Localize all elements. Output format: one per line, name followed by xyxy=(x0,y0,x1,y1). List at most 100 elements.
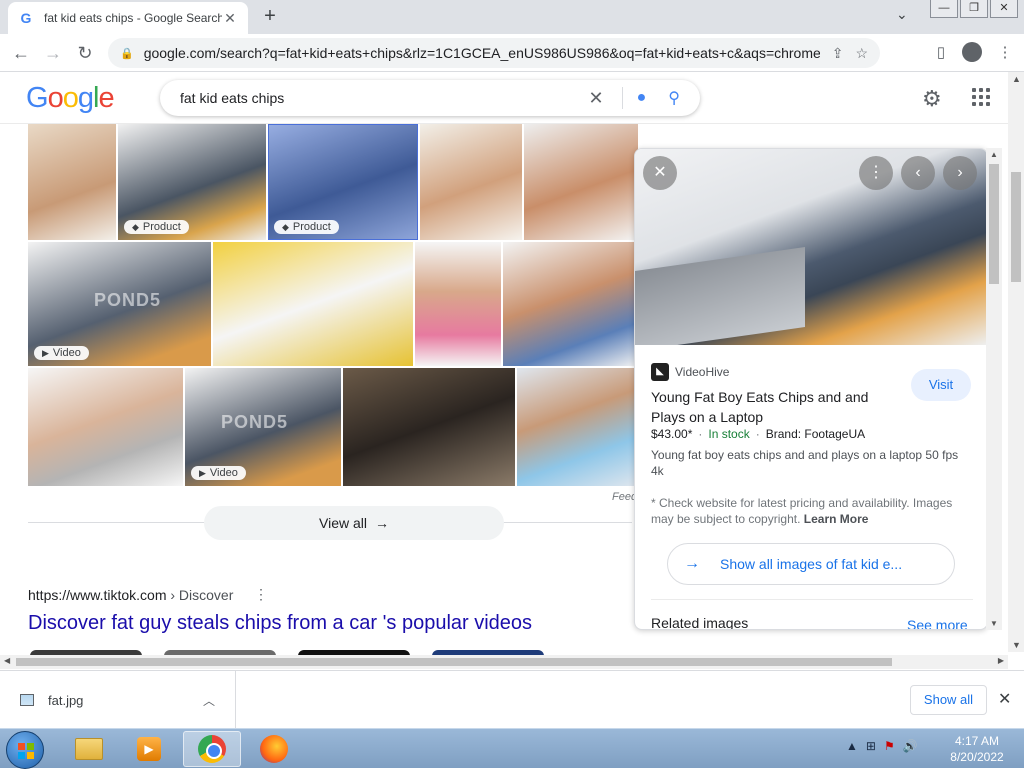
preview-title[interactable]: Young Fat Boy Eats Chips and and Plays o… xyxy=(651,387,901,427)
learn-more-link[interactable]: Learn More xyxy=(804,512,869,526)
page-scrollbar[interactable]: ▲ ▼ xyxy=(1008,72,1024,652)
next-icon[interactable]: › xyxy=(943,156,977,190)
result-domain: https://www.tiktok.com xyxy=(28,587,167,603)
search-box[interactable]: fat kid eats chips ✕ ● ⚲ xyxy=(160,80,700,116)
scroll-down-icon[interactable]: ▼ xyxy=(990,619,998,628)
source-site[interactable]: ◣ VideoHive xyxy=(651,363,729,381)
show-all-downloads-button[interactable]: Show all xyxy=(910,685,987,715)
minimize-icon[interactable]: — xyxy=(930,0,958,18)
address-bar[interactable]: 🔒 google.com/search?q=fat+kid+eats+chips… xyxy=(108,38,880,68)
result-title-link[interactable]: Discover fat guy steals chips from a car… xyxy=(28,612,532,635)
show-all-label: Show all images of fat kid e... xyxy=(720,556,903,572)
image-result[interactable] xyxy=(503,242,638,366)
chevron-up-icon[interactable]: ︿ xyxy=(203,692,215,709)
tab-title: fat kid eats chips - Google Search xyxy=(44,11,222,25)
download-item[interactable]: fat.jpg ︿ xyxy=(0,671,236,729)
site-name: VideoHive xyxy=(675,365,730,379)
close-panel-icon[interactable]: ✕ xyxy=(643,156,677,190)
scrollbar-thumb[interactable] xyxy=(989,164,999,284)
scrollbar-thumb[interactable] xyxy=(1011,172,1021,282)
image-result[interactable]: POND5 ▶ Video xyxy=(28,242,211,366)
brand: Brand: FootageUA xyxy=(765,427,866,441)
result-url[interactable]: https://www.tiktok.com › Discover xyxy=(28,587,233,603)
image-result[interactable]: POND5 ▶ Video xyxy=(185,368,341,486)
scroll-left-icon[interactable]: ◀ xyxy=(4,656,10,665)
show-all-images-button[interactable]: → Show all images of fat kid e... xyxy=(667,543,955,585)
preview-description: Young fat boy eats chips and and plays o… xyxy=(651,448,959,478)
system-tray: ▲ ⊞ ⚑ 🔊 xyxy=(846,739,918,753)
taskbar-media-player[interactable]: ▶ xyxy=(120,731,178,767)
arrow-right-icon: → xyxy=(684,555,700,572)
network-icon[interactable]: ⊞ xyxy=(866,739,876,753)
taskbar-chrome[interactable] xyxy=(183,731,241,767)
window-controls: — ❐ ✕ xyxy=(930,0,1018,18)
image-result[interactable] xyxy=(415,242,501,366)
related-images-heading: Related images xyxy=(651,615,749,630)
back-arrow-icon[interactable]: ← xyxy=(10,43,32,63)
side-panel-icon[interactable]: ▯ xyxy=(930,42,952,64)
previous-icon[interactable]: ‹ xyxy=(901,156,935,190)
image-result[interactable] xyxy=(213,242,413,366)
clear-icon[interactable]: ✕ xyxy=(589,88,604,109)
scrollbar-thumb[interactable] xyxy=(16,658,892,666)
scroll-up-icon[interactable]: ▲ xyxy=(990,150,998,159)
image-result[interactable] xyxy=(420,124,522,240)
start-button[interactable] xyxy=(6,731,44,769)
show-hidden-icons-icon[interactable]: ▲ xyxy=(846,739,858,753)
bookmark-star-icon[interactable]: ☆ xyxy=(855,45,868,62)
view-all-label: View all xyxy=(319,515,367,531)
scroll-right-icon[interactable]: ▶ xyxy=(998,656,1004,665)
scroll-down-icon[interactable]: ▼ xyxy=(1012,640,1021,650)
visit-button[interactable]: Visit xyxy=(911,369,971,401)
close-window-icon[interactable]: ✕ xyxy=(990,0,1018,18)
profile-avatar-icon[interactable] xyxy=(962,42,984,64)
google-logo[interactable]: Google xyxy=(26,82,115,115)
image-result[interactable] xyxy=(343,368,515,486)
close-download-bar-icon[interactable]: ✕ xyxy=(998,689,1011,709)
tag-icon: ◆ xyxy=(282,222,289,232)
forward-arrow-icon[interactable]: → xyxy=(42,43,64,63)
image-result[interactable]: ◆ Product xyxy=(118,124,266,240)
taskbar-explorer[interactable] xyxy=(60,731,118,767)
settings-gear-icon[interactable]: ⚙ xyxy=(922,86,942,112)
preview-image[interactable] xyxy=(635,149,987,345)
reload-icon[interactable]: ↻ xyxy=(74,43,96,63)
taskbar-firefox[interactable] xyxy=(245,731,303,767)
close-tab-icon[interactable]: ✕ xyxy=(222,10,238,27)
microphone-icon[interactable]: ● xyxy=(637,89,647,107)
new-tab-icon[interactable]: + xyxy=(260,6,280,26)
restore-icon[interactable]: ❐ xyxy=(960,0,988,18)
browser-menu-icon[interactable]: ⋮ xyxy=(994,42,1016,64)
volume-icon[interactable]: 🔊 xyxy=(903,739,918,753)
horizontal-scrollbar[interactable]: ◀ ▶ xyxy=(0,655,1008,669)
firefox-icon xyxy=(260,735,288,763)
action-center-flag-icon[interactable]: ⚑ xyxy=(884,739,895,753)
share-icon[interactable]: ⇪ xyxy=(832,45,844,62)
panel-scrollbar[interactable]: ▲ ▼ xyxy=(986,148,1002,630)
watermark: POND5 xyxy=(221,412,289,432)
lock-icon[interactable]: 🔒 xyxy=(120,47,134,60)
image-preview-panel: ✕ ⋮ ‹ › ◣ VideoHive Visit Young Fat Boy … xyxy=(634,148,988,630)
clock-date: 8/20/2022 xyxy=(950,750,1004,764)
folder-icon xyxy=(75,738,103,760)
view-all-button[interactable]: View all → xyxy=(204,506,504,540)
see-more-link[interactable]: See more xyxy=(907,617,968,629)
image-file-icon xyxy=(20,694,34,706)
google-apps-icon[interactable] xyxy=(970,86,992,108)
search-input[interactable]: fat kid eats chips xyxy=(180,90,589,106)
result-more-icon[interactable]: ⋮ xyxy=(254,586,268,603)
image-result[interactable] xyxy=(28,124,116,240)
url-text: google.com/search?q=fat+kid+eats+chips&r… xyxy=(143,45,820,61)
clock[interactable]: 4:17 AM 8/20/2022 xyxy=(942,733,1012,765)
tab-search-chevron-icon[interactable]: ⌄ xyxy=(896,6,908,23)
image-result[interactable] xyxy=(28,368,183,486)
more-options-icon[interactable]: ⋮ xyxy=(859,156,893,190)
image-result[interactable] xyxy=(524,124,638,240)
toolbar: ← → ↻ 🔒 google.com/search?q=fat+kid+eats… xyxy=(0,34,1024,72)
result-breadcrumb: › Discover xyxy=(170,587,234,603)
image-result[interactable] xyxy=(517,368,638,486)
search-icon[interactable]: ⚲ xyxy=(668,88,680,108)
scroll-up-icon[interactable]: ▲ xyxy=(1012,74,1021,84)
tab-google-search[interactable]: G fat kid eats chips - Google Search ✕ xyxy=(8,2,248,34)
image-result-selected[interactable]: ◆ Product xyxy=(268,124,418,240)
